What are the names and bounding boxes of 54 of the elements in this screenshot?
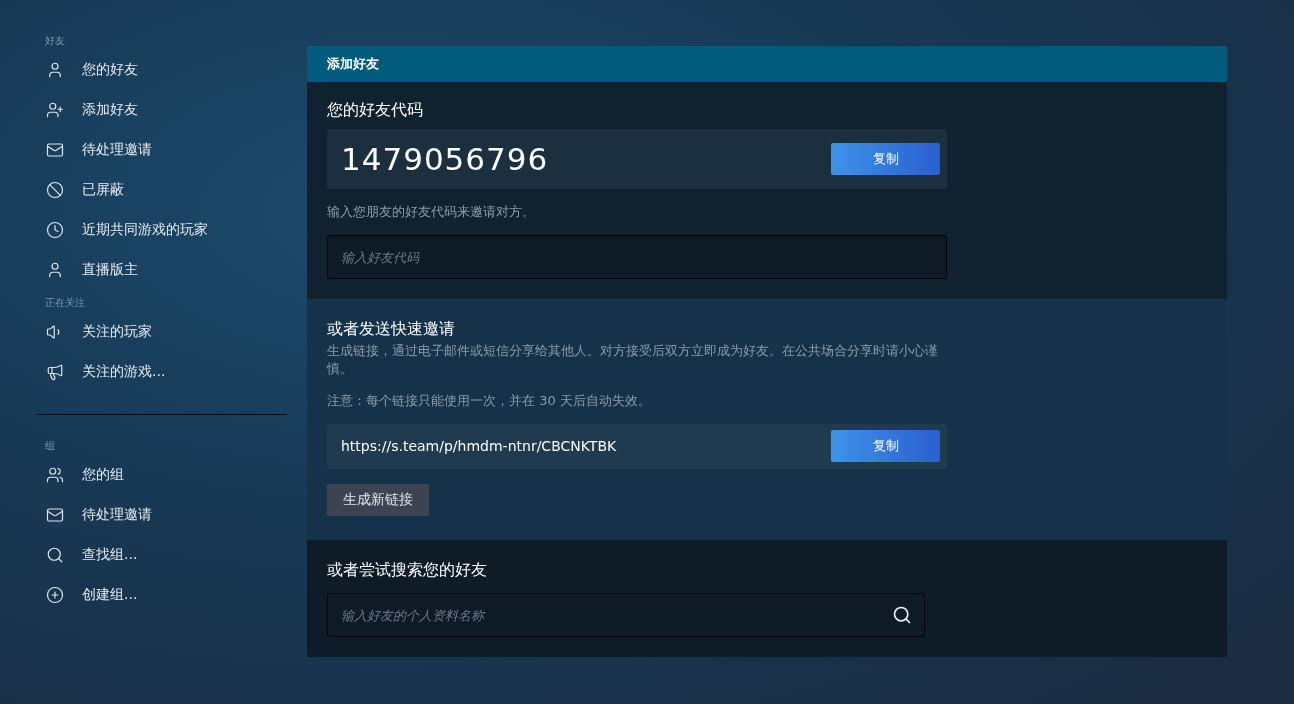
friend-code-field[interactable]: 输入好友代码 bbox=[327, 235, 947, 279]
clock-icon bbox=[46, 221, 64, 239]
section-title: 您的好友代码 bbox=[327, 100, 424, 121]
sidebar-item-label: 待处理邀请 bbox=[82, 141, 152, 159]
sidebar-item-label: 查找组... bbox=[82, 546, 138, 564]
section-title: 或者尝试搜索您的好友 bbox=[327, 560, 488, 581]
copy-button[interactable]: 复制 bbox=[831, 143, 940, 175]
section-title: 或者发送快速邀请 bbox=[327, 319, 456, 340]
sidebar-item[interactable]: 近期共同游戏的玩家 bbox=[37, 210, 287, 250]
sidebar-item[interactable]: 待处理邀请 bbox=[37, 495, 287, 535]
plus-circle-icon bbox=[46, 586, 64, 604]
sidebar-item-label: 待处理邀请 bbox=[82, 506, 152, 524]
envelope-icon bbox=[46, 141, 64, 159]
megaphone-icon bbox=[46, 363, 64, 381]
sidebar-item[interactable]: 查找组... bbox=[37, 535, 287, 575]
sidebar-item-label: 关注的玩家 bbox=[82, 323, 152, 341]
person-icon bbox=[46, 61, 64, 79]
copy-button[interactable]: 复制 bbox=[831, 430, 940, 462]
friend-code-input[interactable]: 输入好友代码 bbox=[339, 248, 934, 266]
sidebar-item[interactable]: 您的好友 bbox=[37, 50, 287, 90]
sidebar-item[interactable]: 待处理邀请 bbox=[37, 130, 287, 170]
search-icon bbox=[46, 546, 64, 564]
sidebar-item[interactable]: 直播版主 bbox=[37, 250, 287, 290]
add-person-icon bbox=[46, 101, 64, 119]
sidebar-item-label: 您的组 bbox=[82, 466, 124, 484]
search-input[interactable]: 输入好友的个人资料名称 bbox=[339, 606, 892, 624]
person-icon bbox=[46, 261, 64, 279]
sidebar-item[interactable]: 添加好友 bbox=[37, 90, 287, 130]
description-text: 生成链接，通过电子邮件或短信分享给其他人。对方接受后双方立即成为好友。在公共场合分享时请小心谨慎。 bbox=[327, 342, 939, 378]
sidebar-item[interactable]: 关注的游戏... bbox=[37, 352, 287, 392]
sidebar-item-label: 添加好友 bbox=[82, 101, 138, 119]
search-field[interactable]: 输入好友的个人资料名称 bbox=[327, 593, 925, 637]
blocked-icon bbox=[46, 181, 64, 199]
section-heading: 正在关注 bbox=[44, 296, 86, 310]
sidebar-item[interactable]: 创建组... bbox=[37, 575, 287, 615]
sidebar-item-label: 创建组... bbox=[82, 586, 138, 604]
section-heading: 好友 bbox=[44, 34, 66, 48]
sidebar-item-label: 关注的游戏... bbox=[82, 363, 166, 381]
search-icon bbox=[892, 605, 912, 625]
sidebar-item-label: 直播版主 bbox=[82, 261, 138, 279]
hint-text: 输入您朋友的好友代码来邀请对方。 bbox=[327, 203, 536, 221]
envelope-icon bbox=[46, 506, 64, 524]
sidebar-item-label: 已屏蔽 bbox=[82, 181, 124, 199]
note-text: 注意：每个链接只能使用一次，并在 30 天后自动失效。 bbox=[327, 392, 652, 410]
sidebar-item[interactable]: 您的组 bbox=[37, 455, 287, 495]
panel-title: 添加好友 bbox=[307, 46, 1227, 82]
sidebar-item[interactable]: 关注的玩家 bbox=[37, 312, 287, 352]
sidebar-item[interactable]: 已屏蔽 bbox=[37, 170, 287, 210]
section-heading: 组 bbox=[44, 439, 56, 453]
friend-code: 1479056796 bbox=[341, 141, 549, 177]
new-link-button[interactable]: 生成新链接 bbox=[327, 484, 429, 516]
sidebar-item-label: 您的好友 bbox=[82, 61, 138, 79]
sidebar-item-label: 近期共同游戏的玩家 bbox=[82, 221, 208, 239]
group-icon bbox=[46, 466, 64, 484]
